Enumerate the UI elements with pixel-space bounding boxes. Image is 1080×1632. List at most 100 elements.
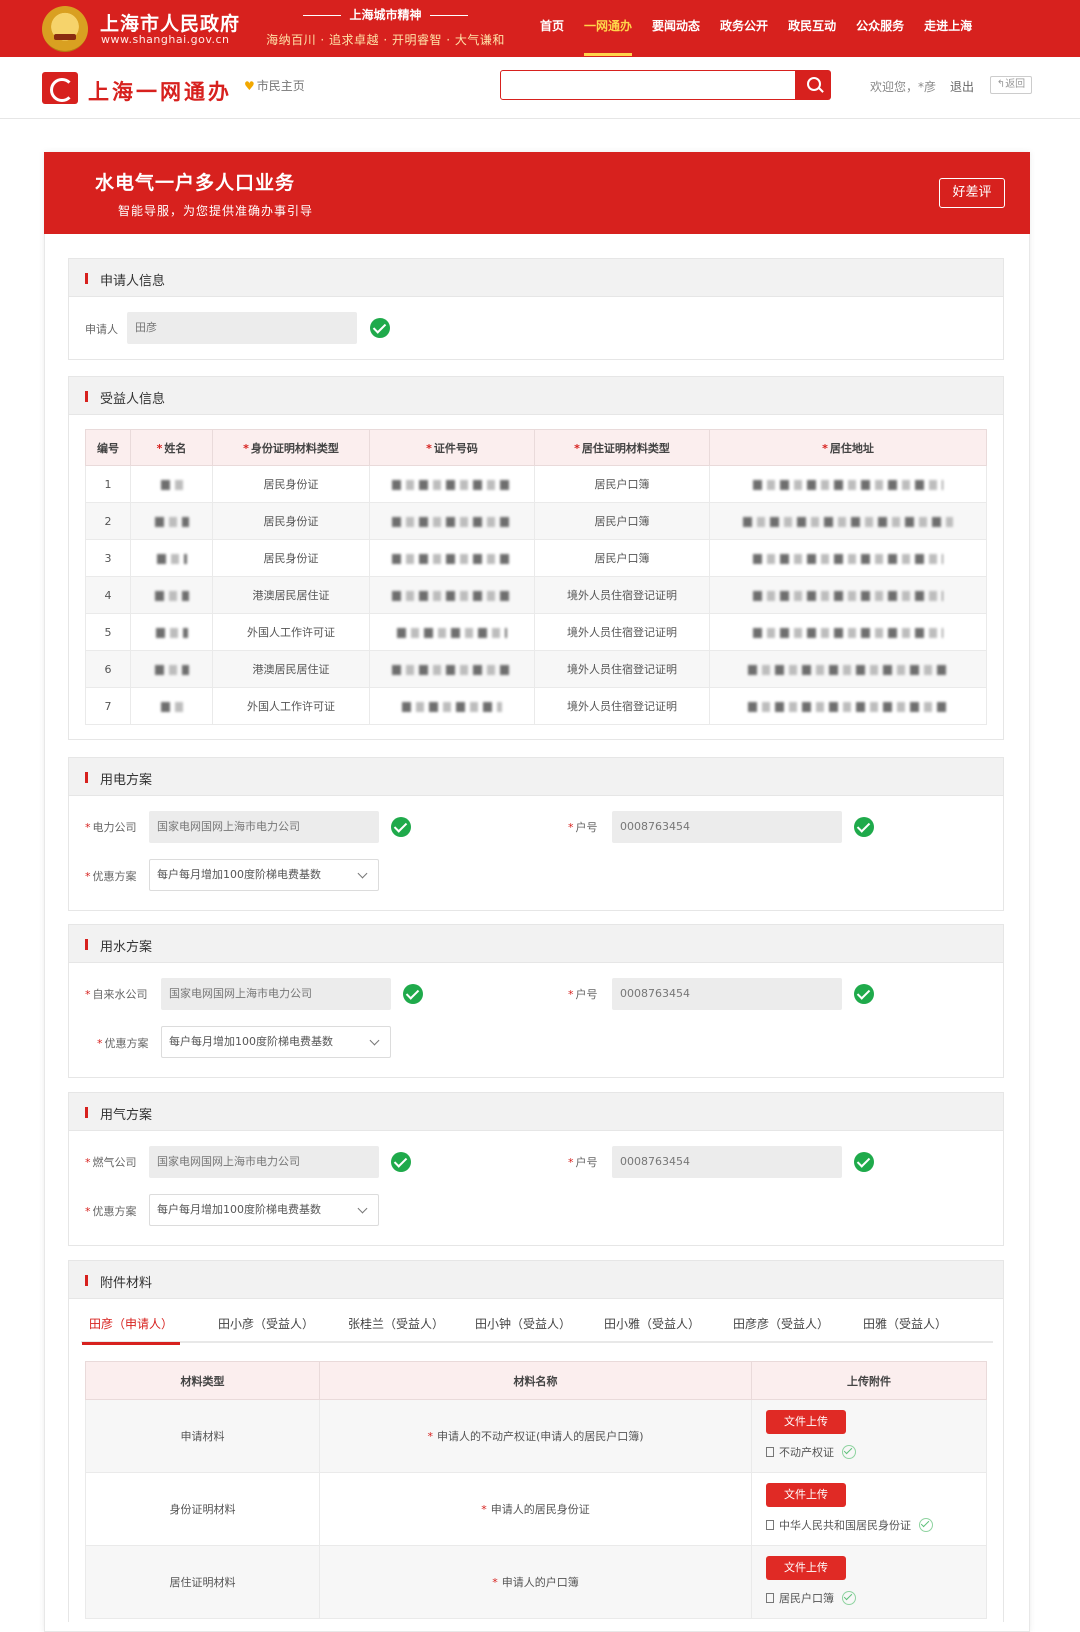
section-header: 用气方案 bbox=[69, 1093, 1003, 1131]
file-icon bbox=[766, 1593, 774, 1603]
logout-link[interactable]: 退出 bbox=[950, 78, 974, 95]
table-row[interactable]: 4 港澳居民居住证 境外人员住宿登记证明 bbox=[85, 576, 987, 614]
uploaded-file[interactable]: 不动产权证 bbox=[766, 1444, 856, 1460]
tab-applicant[interactable]: 田彦（申请人） bbox=[81, 1309, 181, 1345]
table-row[interactable]: 7 外国人工作许可证 境外人员住宿登记证明 bbox=[85, 687, 987, 725]
redacted-text bbox=[154, 516, 189, 527]
cell-no: 5 bbox=[85, 613, 131, 651]
company-label: * 燃气公司 bbox=[85, 1156, 137, 1169]
logo-icon[interactable] bbox=[42, 72, 78, 104]
back-button[interactable]: ↰返回 bbox=[990, 76, 1032, 94]
upload-button[interactable]: 文件上传 bbox=[766, 1483, 846, 1507]
upload-button[interactable]: 文件上传 bbox=[766, 1556, 846, 1580]
nav-item-one-net[interactable]: 一网通办 bbox=[574, 0, 642, 57]
attachments-table: 材料类型 材料名称 上传附件 申请材料 * 申请人的不动产权证(申请人的居民户口簿… bbox=[85, 1361, 987, 1619]
electricity-plan-select[interactable]: 每户每月增加100度阶梯电费基数 bbox=[149, 859, 379, 891]
tab-beneficiary[interactable]: 田小雅（受益人） bbox=[604, 1309, 700, 1343]
water-company-field[interactable]: 国家电网国网上海市电力公司 bbox=[161, 978, 391, 1010]
table-row[interactable]: 2 居民身份证 居民户口簿 bbox=[85, 502, 987, 540]
tab-beneficiary[interactable]: 田小彦（受益人） bbox=[218, 1309, 314, 1343]
attachments-section: 附件材料 田彦（申请人） 田小彦（受益人） 张桂兰（受益人） 田小钟（受益人） … bbox=[68, 1260, 1004, 1622]
electricity-company-field[interactable]: 国家电网国网上海市电力公司 bbox=[149, 811, 379, 843]
redacted-text bbox=[160, 479, 183, 490]
section-title: 用气方案 bbox=[100, 1108, 153, 1123]
welcome-text: 欢迎您，*彦 bbox=[870, 80, 937, 94]
spirit-slogan: 海纳百川 · 追求卓越 · 开明睿智 · 大气谦和 bbox=[266, 33, 505, 47]
table-row[interactable]: 5 外国人工作许可证 境外人员住宿登记证明 bbox=[85, 613, 987, 651]
redacted-text bbox=[753, 590, 943, 601]
electricity-account-field[interactable]: 0008763454 bbox=[612, 811, 842, 843]
col-header: * 居住证明材料类型 bbox=[534, 429, 710, 466]
cell-material-name: * 申请人的不动产权证(申请人的居民户口簿) bbox=[319, 1399, 752, 1473]
table-header-row: 材料类型 材料名称 上传附件 bbox=[85, 1361, 987, 1400]
table-row[interactable]: 3 居民身份证 居民户口簿 bbox=[85, 539, 987, 577]
search-button[interactable] bbox=[796, 70, 831, 100]
water-plan-select[interactable]: 每户每月增加100度阶梯电费基数 bbox=[161, 1026, 391, 1058]
uploaded-file[interactable]: 中华人民共和国居民身份证 bbox=[766, 1517, 933, 1533]
account-label: * 户号 bbox=[568, 988, 598, 1001]
tab-beneficiary[interactable]: 田彦彦（受益人） bbox=[733, 1309, 829, 1343]
cell-res-type: 境外人员住宿登记证明 bbox=[534, 687, 710, 725]
check-icon bbox=[391, 1152, 411, 1172]
section-title: 用水方案 bbox=[100, 940, 153, 955]
uploaded-file[interactable]: 居民户口簿 bbox=[766, 1590, 856, 1606]
electricity-section: 用电方案 * 电力公司 国家电网国网上海市电力公司 * 户号 0008763454 … bbox=[68, 757, 1004, 911]
tab-beneficiary[interactable]: 张桂兰（受益人） bbox=[348, 1309, 444, 1343]
gas-company-field[interactable]: 国家电网国网上海市电力公司 bbox=[149, 1146, 379, 1178]
cell-id-number bbox=[369, 539, 535, 577]
account-label: * 户号 bbox=[568, 821, 598, 834]
nav-item-gov-affairs[interactable]: 政务公开 bbox=[710, 0, 778, 57]
spirit-title: 上海城市精神 bbox=[258, 6, 513, 23]
city-spirit: 上海城市精神 海纳百川 · 追求卓越 · 开明睿智 · 大气谦和 bbox=[258, 6, 513, 48]
tab-beneficiary[interactable]: 田雅（受益人） bbox=[863, 1309, 947, 1343]
check-icon bbox=[854, 984, 874, 1004]
applicant-field[interactable]: 田彦 bbox=[127, 312, 357, 344]
gov-name[interactable]: 上海市人民政府 bbox=[100, 9, 240, 36]
section-header: 用水方案 bbox=[69, 925, 1003, 963]
cell-address bbox=[709, 687, 987, 725]
cell-res-type: 居民户口簿 bbox=[534, 539, 710, 577]
check-icon bbox=[854, 1152, 874, 1172]
cell-name bbox=[130, 465, 213, 503]
upload-button[interactable]: 文件上传 bbox=[766, 1410, 846, 1434]
service-title: 水电气一户多人口业务 bbox=[95, 172, 296, 194]
cell-res-type: 居民户口簿 bbox=[534, 465, 710, 503]
redacted-text bbox=[392, 516, 512, 527]
table-row[interactable]: 6 港澳居民居住证 境外人员住宿登记证明 bbox=[85, 650, 987, 688]
water-account-field[interactable]: 0008763454 bbox=[612, 978, 842, 1010]
col-header: * 居住地址 bbox=[709, 429, 987, 466]
cell-material-type: 居住证明材料 bbox=[85, 1545, 320, 1619]
nav-item-home[interactable]: 首页 bbox=[530, 0, 574, 57]
check-circle-icon bbox=[842, 1591, 856, 1605]
cell-id-type: 居民身份证 bbox=[212, 539, 370, 577]
citizen-home-link[interactable]: ♥ 市民主页 bbox=[244, 77, 305, 94]
nav-item-public-service[interactable]: 公众服务 bbox=[846, 0, 914, 57]
gas-account-field[interactable]: 0008763454 bbox=[612, 1146, 842, 1178]
col-header: * 身份证明材料类型 bbox=[212, 429, 370, 466]
cell-address bbox=[709, 576, 987, 614]
cell-name bbox=[130, 613, 213, 651]
redacted-text bbox=[392, 479, 512, 490]
nav-item-news[interactable]: 要闻动态 bbox=[642, 0, 710, 57]
gov-nav: 首页 一网通办 要闻动态 政务公开 政民互动 公众服务 走进上海 bbox=[530, 0, 982, 57]
table-row[interactable]: 1 居民身份证 居民户口簿 bbox=[85, 465, 987, 503]
gas-plan-select[interactable]: 每户每月增加100度阶梯电费基数 bbox=[149, 1194, 379, 1226]
water-section: 用水方案 * 自来水公司 国家电网国网上海市电力公司 * 户号 0008763454… bbox=[68, 924, 1004, 1078]
site-title[interactable]: 上海一网通办 bbox=[88, 76, 232, 106]
section-header: 用电方案 bbox=[69, 758, 1003, 796]
cell-material-name: * 申请人的居民身份证 bbox=[319, 1472, 752, 1546]
nav-item-about-shanghai[interactable]: 走进上海 bbox=[914, 0, 982, 57]
col-header: 上传附件 bbox=[751, 1361, 987, 1400]
cell-address bbox=[709, 502, 987, 540]
emblem-icon[interactable] bbox=[42, 6, 88, 52]
rating-button[interactable]: 好差评 bbox=[939, 178, 1005, 208]
plan-label: * 优惠方案 bbox=[97, 1037, 149, 1050]
section-header: 附件材料 bbox=[69, 1261, 1003, 1299]
redacted-text bbox=[155, 627, 188, 638]
nav-item-interaction[interactable]: 政民互动 bbox=[778, 0, 846, 57]
tab-beneficiary[interactable]: 田小钟（受益人） bbox=[475, 1309, 571, 1343]
search-input[interactable] bbox=[500, 70, 796, 100]
redacted-text bbox=[748, 664, 948, 675]
col-header: * 姓名 bbox=[130, 429, 213, 466]
cell-id-type: 居民身份证 bbox=[212, 502, 370, 540]
